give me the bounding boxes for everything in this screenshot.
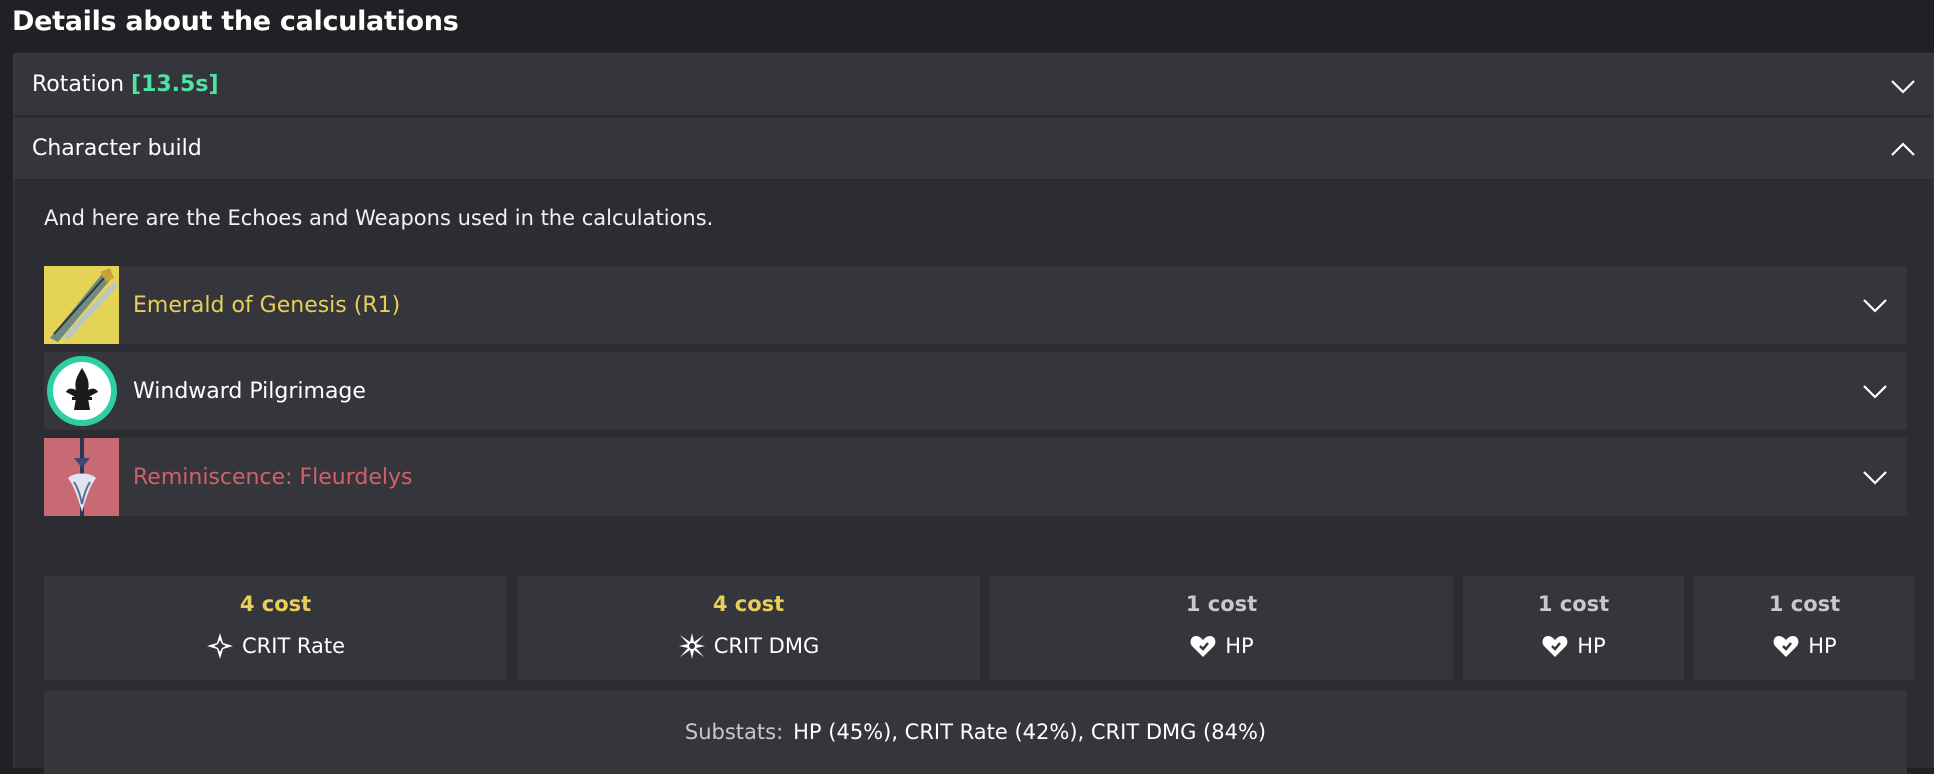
crit-dmg-icon (678, 633, 705, 659)
cost-card: 1 cost HP (1463, 576, 1684, 680)
weapon-name: Emerald of Genesis (R1) (133, 292, 401, 318)
substats-value: HP (45%), CRIT Rate (42%), CRIT DMG (84%… (793, 720, 1267, 744)
cost-title: 4 cost (712, 592, 785, 616)
main-echo-item[interactable]: Reminiscence: Fleurdelys (44, 438, 1907, 516)
character-build-accordion-header[interactable]: Character build (14, 118, 1933, 180)
hp-heart-icon (1773, 636, 1799, 657)
chevron-down-icon[interactable] (1861, 463, 1889, 491)
cost-stat-label: HP (1577, 634, 1606, 658)
cost-title: 1 cost (1185, 592, 1258, 616)
chevron-down-icon[interactable] (1861, 291, 1889, 319)
cost-title: 1 cost (1768, 592, 1841, 616)
cost-main-stat: CRIT Rate (44, 632, 507, 660)
echo-set-thumbnail (44, 352, 119, 430)
build-intro-text: And here are the Echoes and Weapons used… (44, 206, 714, 230)
cost-card: 1 cost HP (990, 576, 1453, 680)
substats-summary: Substats: HP (45%), CRIT Rate (42%), CRI… (44, 690, 1907, 774)
hp-heart-icon (1542, 636, 1568, 657)
echo-set-item[interactable]: Windward Pilgrimage (44, 352, 1907, 430)
page-title: Details about the calculations (12, 6, 459, 37)
cost-main-stat: HP (1463, 632, 1684, 660)
chevron-down-icon[interactable] (1861, 377, 1889, 405)
crit-rate-icon (206, 633, 233, 659)
substats-label: Substats: (684, 720, 784, 744)
echo-set-name: Windward Pilgrimage (133, 378, 366, 404)
cost-card: 1 cost HP (1694, 576, 1915, 680)
main-echo-name: Reminiscence: Fleurdelys (133, 464, 413, 490)
cost-stat-label: CRIT Rate (241, 634, 346, 658)
cost-title: 1 cost (1537, 592, 1610, 616)
cost-card: 4 cost CRIT DMG (517, 576, 980, 680)
cost-card: 4 cost CRIT Rate (44, 576, 507, 680)
cost-stat-label: HP (1225, 634, 1254, 658)
weapon-item[interactable]: Emerald of Genesis (R1) (44, 266, 1907, 344)
echo-cost-row: 4 cost CRIT Rate 4 cost CRIT DMG 1 cost … (44, 576, 1918, 680)
rotation-duration: [13.5s] (131, 72, 219, 97)
cost-title: 4 cost (239, 592, 312, 616)
cost-main-stat: CRIT DMG (517, 632, 980, 660)
main-echo-thumbnail (44, 438, 119, 516)
chevron-up-icon[interactable] (1889, 136, 1917, 164)
rotation-label: Rotation [13.5s] (32, 72, 219, 97)
character-build-label: Character build (32, 136, 202, 161)
details-panel: Rotation [13.5s] Character build And her… (13, 53, 1934, 774)
weapon-thumbnail (44, 266, 119, 344)
cost-stat-label: HP (1808, 634, 1837, 658)
chevron-down-icon[interactable] (1889, 72, 1917, 100)
rotation-accordion-header[interactable]: Rotation [13.5s] (14, 54, 1933, 116)
cost-main-stat: HP (990, 632, 1453, 660)
cost-stat-label: CRIT DMG (713, 634, 820, 658)
cost-main-stat: HP (1694, 632, 1915, 660)
character-build-content: And here are the Echoes and Weapons used… (14, 182, 1933, 774)
rotation-title: Rotation (32, 72, 125, 97)
hp-heart-icon (1190, 636, 1216, 657)
